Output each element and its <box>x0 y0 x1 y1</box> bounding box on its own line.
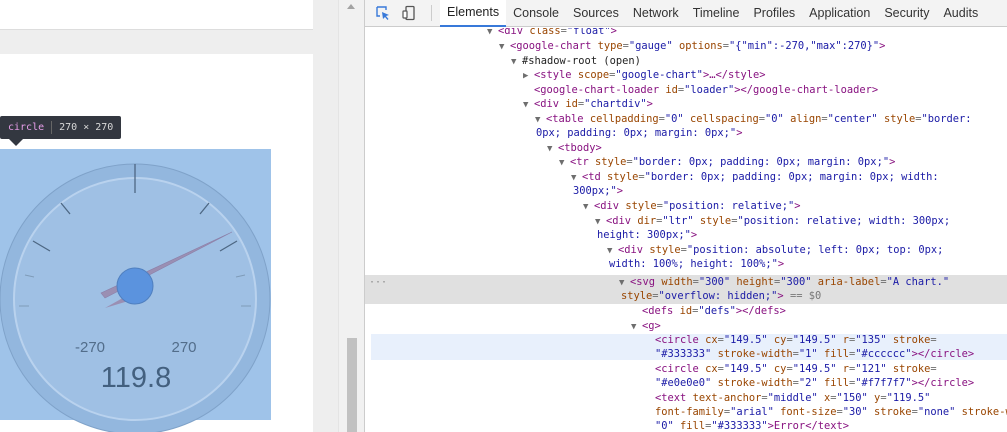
gauge-hub <box>116 267 154 305</box>
dom-node-table-wrap: 0px; padding: 0px; margin: 0px;"> <box>536 127 743 139</box>
tab-sources[interactable]: Sources <box>566 0 626 27</box>
tab-network[interactable]: Network <box>626 0 686 27</box>
dom-node-div-ltr-wrap: height: 300px;"> <box>597 229 698 241</box>
scroll-up-arrow-icon[interactable] <box>347 4 355 9</box>
dom-node-shadow-root[interactable]: ▼ #shadow-root (open) <box>511 55 641 68</box>
dom-node-circle-outer[interactable]: <circle cx="149.5" cy="149.5" r="135" st… <box>655 334 937 347</box>
dom-node-circle-inner[interactable]: <circle cx="149.5" cy="149.5" r="121" st… <box>655 363 937 376</box>
dom-node-text-error-wrap-1: font-family="arial" font-size="30" strok… <box>655 406 1007 418</box>
tab-security[interactable]: Security <box>877 0 936 27</box>
gauge-min-label: -270 <box>75 339 105 356</box>
collapse-triangle-icon[interactable]: ▼ <box>487 28 498 39</box>
tooltip-separator <box>51 121 53 134</box>
dom-node-svg[interactable]: ▼ <svg width="300" height="300" aria-labe… <box>619 276 949 289</box>
gauge-chart: -270 270 119.8 <box>0 163 271 432</box>
dom-node-div-ltr[interactable]: ▼ <div dir="ltr" style="position: relativ… <box>595 215 950 228</box>
dom-node-div-chartdiv[interactable]: ▼ <div id="chartdiv"> <box>523 98 653 111</box>
expand-triangle-icon[interactable]: ▶ <box>523 70 534 83</box>
scrollbar-thumb[interactable] <box>347 338 357 432</box>
dom-node-style[interactable]: ▶ <style scope="google-chart">…</style> <box>523 69 766 82</box>
tab-profiles[interactable]: Profiles <box>746 0 802 27</box>
device-toolbar-icon[interactable] <box>397 1 421 25</box>
tooltip-dimensions: 270 × 270 <box>59 122 114 133</box>
gauge-value-label: 119.8 <box>101 362 171 394</box>
dom-node-text-error-wrap-2: "0" fill="#333333">Error</text> <box>655 420 849 432</box>
tooltip-tag-name: circle <box>8 122 45 133</box>
dom-node-td[interactable]: ▼ <td style="border: 0px; padding: 0px; m… <box>571 171 939 184</box>
dom-node-g[interactable]: ▼ <g> <box>631 320 661 333</box>
selected-node-marker: == $0 <box>789 290 822 302</box>
dom-node-table[interactable]: ▼ <table cellpadding="0" cellspacing="0" … <box>535 113 972 126</box>
element-inspect-tooltip: circle 270 × 270 <box>0 116 122 139</box>
collapse-triangle-icon[interactable]: ▼ <box>619 277 630 290</box>
collapse-triangle-icon[interactable]: ▼ <box>511 56 522 69</box>
dom-node-circle-outer-wrap: "#333333" stroke-width="1" fill="#cccccc… <box>655 348 975 360</box>
dom-node-svg-wrap: style="overflow: hidden;"> == $0 <box>621 290 822 302</box>
page-card-top <box>0 0 313 30</box>
dom-node-google-chart[interactable]: ▼ <google-chart type="gauge" options="{"m… <box>499 40 885 53</box>
node-actions-ellipsis[interactable]: ··· <box>369 276 387 289</box>
dom-node-td-wrap: 300px;"> <box>573 185 624 197</box>
collapse-triangle-icon[interactable]: ▼ <box>595 216 606 229</box>
collapse-triangle-icon[interactable]: ▼ <box>523 99 534 112</box>
dom-node-circle-inner-wrap: "#e0e0e0" stroke-width="2" fill="#f7f7f7… <box>655 377 975 389</box>
devtools-panel: Elements Console Sources Network Timelin… <box>364 0 1007 432</box>
tab-application[interactable]: Application <box>802 0 877 27</box>
collapse-triangle-icon[interactable]: ▼ <box>583 201 594 214</box>
inspect-element-icon[interactable] <box>371 1 395 25</box>
page-scrollbar[interactable] <box>338 0 364 432</box>
tab-console[interactable]: Console <box>506 0 566 27</box>
dom-node-div-absolute-wrap: width: 100%; height: 100%;"> <box>609 258 785 270</box>
collapse-triangle-icon[interactable]: ▼ <box>547 143 558 156</box>
dom-node-text-error[interactable]: <text text-anchor="middle" x="150" y="11… <box>655 392 930 405</box>
dom-node-tbody[interactable]: ▼ <tbody> <box>547 142 602 155</box>
page-viewport: -270 270 119.8 circle 270 × 270 <box>0 0 338 432</box>
dom-node-div-relative[interactable]: ▼ <div style="position: relative;"> <box>583 200 801 213</box>
toolbar-divider <box>431 5 432 21</box>
devtools-toolbar: Elements Console Sources Network Timelin… <box>365 0 1007 27</box>
tab-elements[interactable]: Elements <box>440 0 507 27</box>
dom-node-google-chart-loader[interactable]: <google-chart-loader id="loader"></googl… <box>534 84 878 97</box>
collapse-triangle-icon[interactable]: ▼ <box>631 321 642 334</box>
tab-audits[interactable]: Audits <box>936 0 985 27</box>
dom-tree: ··· ▼ <div class="float"> ▼ <google-chart … <box>365 28 1007 432</box>
collapse-triangle-icon[interactable]: ▼ <box>535 114 546 127</box>
dom-node-div-absolute[interactable]: ▼ <div style="position: absolute; left: 0… <box>607 244 943 257</box>
dom-node-defs[interactable]: <defs id="defs"></defs> <box>642 305 786 318</box>
gauge-max-label: 270 <box>171 339 196 356</box>
dom-node-tr[interactable]: ▼ <tr style="border: 0px; padding: 0px; m… <box>559 156 895 169</box>
tooltip-arrow <box>9 139 23 146</box>
collapse-triangle-icon[interactable]: ▼ <box>499 41 510 54</box>
tab-timeline[interactable]: Timeline <box>686 0 747 27</box>
dom-node-div-float[interactable]: ▼ <div class="float"> <box>487 28 617 38</box>
collapse-triangle-icon[interactable]: ▼ <box>571 172 582 185</box>
collapse-triangle-icon[interactable]: ▼ <box>607 245 618 258</box>
collapse-triangle-icon[interactable]: ▼ <box>559 157 570 170</box>
